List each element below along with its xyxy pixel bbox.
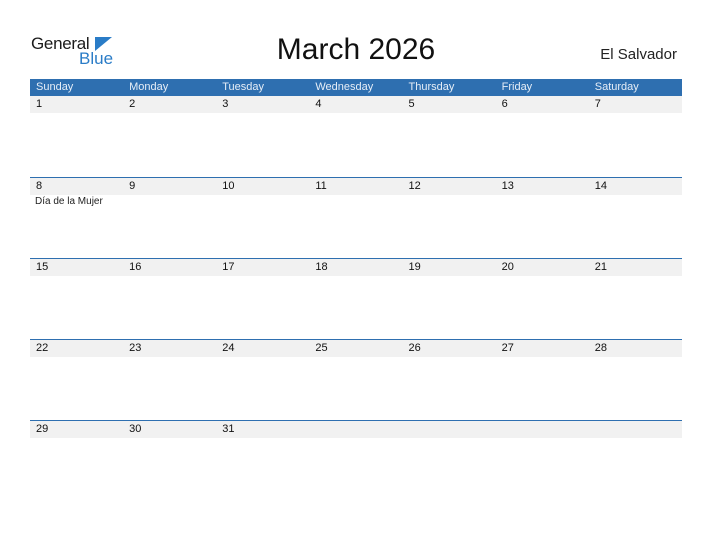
day-number: 12: [408, 180, 421, 192]
day-event: [30, 357, 123, 358]
date-strip: 29 30 31: [30, 421, 682, 438]
day-event: [403, 438, 496, 439]
day-number: 30: [129, 423, 142, 435]
day-event: [589, 357, 682, 358]
day-number: [589, 421, 682, 438]
day-number: 22: [36, 342, 49, 354]
day-event: [216, 438, 309, 439]
day-number: 9: [129, 180, 136, 192]
day-number: 31: [222, 423, 235, 435]
day-event: [216, 195, 309, 207]
event-strip: [30, 276, 682, 277]
day-event: [309, 276, 402, 277]
day-event: Día de la Mujer: [35, 196, 103, 207]
day-event: [403, 357, 496, 358]
day-event: [589, 195, 682, 207]
day-number: [309, 421, 402, 438]
day-event: [309, 438, 402, 439]
day-event: [309, 113, 402, 114]
day-number: 18: [315, 261, 328, 273]
day-event: [496, 276, 589, 277]
day-event: [216, 276, 309, 277]
weekday-header: Sunday Monday Tuesday Wednesday Thursday Frid…: [30, 79, 682, 96]
day-event: [403, 113, 496, 114]
week-row: 22 23 24 25 26 27 28: [30, 339, 682, 420]
day-number: 19: [408, 261, 421, 273]
day-number: 5: [408, 98, 415, 110]
event-strip: Día de la Mujer: [30, 195, 682, 207]
day-event: [589, 438, 682, 439]
day-event: [30, 113, 123, 114]
day-event: [216, 113, 309, 114]
day-event: [496, 195, 589, 207]
date-strip: 1 2 3 4 5 6 7: [30, 96, 682, 113]
day-number: 8: [36, 180, 43, 192]
weekday-monday: Monday: [129, 81, 169, 93]
week-row: 1 2 3 4 5 6 7: [30, 96, 682, 177]
weekday-wednesday: Wednesday: [315, 81, 374, 93]
day-event: [123, 113, 216, 114]
day-number: 29: [36, 423, 49, 435]
date-strip: 15 16 17 18 19 20 21: [30, 259, 682, 276]
day-number: 25: [315, 342, 328, 354]
day-number: 10: [222, 180, 235, 192]
weekday-tuesday: Tuesday: [222, 81, 265, 93]
event-strip: [30, 357, 682, 358]
day-number: 28: [594, 342, 607, 354]
day-number: 4: [315, 98, 322, 110]
day-number: 26: [408, 342, 421, 354]
date-strip: 22 23 24 25 26 27 28: [30, 340, 682, 357]
day-number: 24: [222, 342, 235, 354]
weekday-saturday: Saturday: [594, 81, 639, 93]
event-strip: [30, 438, 682, 439]
day-number: 20: [501, 261, 514, 273]
week-row: 15 16 17 18 19 20 21: [30, 258, 682, 339]
day-event: [496, 357, 589, 358]
day-number: 13: [501, 180, 514, 192]
day-event: [496, 438, 589, 439]
day-number: 2: [129, 98, 136, 110]
week-row: 8 9 10 11 12 13 14 Día de la Mujer: [30, 177, 682, 258]
day-event: [30, 438, 123, 439]
day-number: 21: [594, 261, 607, 273]
day-event: [403, 195, 496, 207]
day-number: 16: [129, 261, 142, 273]
day-number: 15: [36, 261, 49, 273]
day-event: [309, 195, 402, 207]
day-number: 27: [501, 342, 514, 354]
day-event: [403, 276, 496, 277]
day-number: 17: [222, 261, 235, 273]
day-number: [496, 421, 589, 438]
weekday-sunday: Sunday: [36, 81, 74, 93]
week-row: 29 30 31: [30, 420, 682, 501]
weekday-friday: Friday: [501, 81, 533, 93]
event-strip: [30, 113, 682, 114]
date-strip: 8 9 10 11 12 13 14: [30, 178, 682, 195]
day-event: [123, 276, 216, 277]
day-event: [123, 438, 216, 439]
country-label: El Salvador: [600, 46, 677, 63]
weekday-thursday: Thursday: [408, 81, 455, 93]
day-number: 23: [129, 342, 142, 354]
day-number: [403, 421, 496, 438]
calendar-grid: Sunday Monday Tuesday Wednesday Thursday Frid…: [30, 79, 682, 501]
day-number: 3: [222, 98, 229, 110]
day-event: [30, 276, 123, 277]
day-event: [496, 113, 589, 114]
day-event: [123, 195, 216, 207]
day-event: [216, 357, 309, 358]
day-event: [309, 357, 402, 358]
day-number: 11: [315, 180, 327, 192]
day-event: [589, 276, 682, 277]
day-event: [123, 357, 216, 358]
day-number: 14: [594, 180, 607, 192]
day-event: [589, 113, 682, 114]
day-number: 6: [501, 98, 508, 110]
day-number: 7: [594, 98, 601, 110]
day-number: 1: [36, 98, 43, 110]
